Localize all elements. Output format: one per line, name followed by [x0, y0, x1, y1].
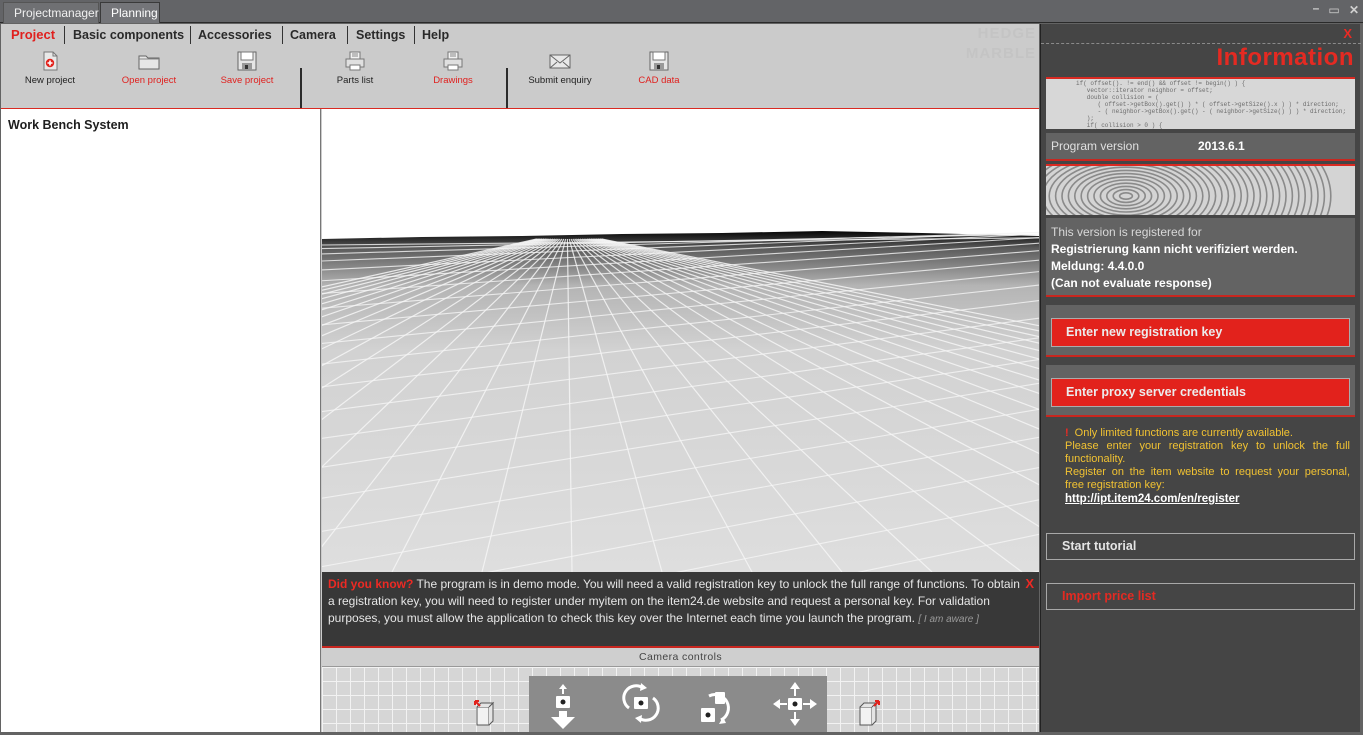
did-you-know-tip: Did you know? The program is in demo mod… [322, 572, 1039, 648]
tip-body: The program is in demo mode. You will ne… [328, 577, 1020, 625]
proxy-section: Enter proxy server credentials [1046, 365, 1355, 417]
registration-code: Meldung: 4.4.0.0 [1051, 259, 1145, 273]
new-project-button[interactable]: New project [21, 50, 79, 86]
camera-orbit-icon [622, 683, 660, 723]
minimize-button[interactable]: – [1309, 1, 1323, 15]
button-label: Save project [220, 75, 274, 86]
info-title: Information [1216, 44, 1354, 71]
camera-pan-icon [773, 682, 817, 726]
registration-status: This version is registered for Registrie… [1046, 218, 1355, 297]
menu-help[interactable]: Help [422, 27, 449, 43]
floor-grid [322, 231, 1039, 572]
tab-projectmanager[interactable]: Projectmanager [3, 2, 99, 23]
camera-tools-group [529, 676, 827, 732]
import-price-list-button[interactable]: Import price list [1046, 583, 1355, 610]
tree-item-work-bench-system[interactable]: Work Bench System [8, 118, 129, 132]
notice-line: Register on the item website to request … [1065, 466, 1350, 491]
program-version-row: Program version 2013.6.1 [1046, 133, 1355, 161]
view-front-left-button[interactable] [467, 691, 497, 729]
tip-heading: Did you know? [328, 577, 414, 591]
camera-controls-title: Camera controls [322, 648, 1039, 667]
envelope-icon [549, 54, 571, 69]
watermark-line: HEDGE [977, 25, 1036, 42]
ribbon-toolbar: New project Open project Save project Pr… [1, 46, 1039, 120]
notice-line: Please enter your registration key to un… [1065, 440, 1350, 465]
menu-project[interactable]: Project [11, 27, 55, 43]
submit-enquiry-button[interactable]: Submit enquiry [525, 50, 595, 86]
floppy-disk-icon [649, 51, 669, 71]
tab-planning[interactable]: Planning [100, 2, 160, 23]
enter-registration-key-button[interactable]: Enter new registration key [1051, 318, 1350, 347]
menu-separator [64, 26, 65, 44]
cube-view-right-icon [859, 700, 880, 726]
camera-dolly-button[interactable] [537, 678, 589, 730]
printer-icon [345, 51, 365, 71]
registration-error: (Can not evaluate response) [1051, 276, 1212, 290]
close-info-button[interactable]: X [1343, 26, 1352, 41]
close-window-button[interactable]: ✕ [1347, 3, 1361, 17]
button-label: CAD data [638, 75, 680, 86]
notice-line: Only limited functions are currently ava… [1074, 427, 1293, 439]
camera-controls-bar [322, 667, 1039, 732]
camera-rotate-button[interactable] [691, 678, 743, 730]
button-label: Drawings [433, 75, 473, 86]
parts-list-button[interactable]: Parts list [331, 50, 379, 86]
menu-separator [282, 26, 283, 44]
button-label: New project [24, 75, 76, 86]
button-label: Submit enquiry [528, 75, 592, 86]
button-label: Parts list [336, 75, 374, 86]
button-label: Open project [121, 75, 177, 86]
open-project-button[interactable]: Open project [117, 50, 181, 86]
floppy-disk-icon [237, 51, 257, 71]
menu-separator [190, 26, 191, 44]
menu-bar: Project Basic components Accessories Cam… [1, 24, 1039, 46]
register-link[interactable]: http://ipt.item24.com/en/register [1065, 493, 1239, 506]
registration-notice: ! Only limited functions are currently av… [1065, 427, 1350, 506]
menu-separator [414, 26, 415, 44]
menu-settings[interactable]: Settings [356, 27, 405, 43]
registered-for-label: This version is registered for [1051, 225, 1202, 239]
menu-camera[interactable]: Camera [290, 27, 336, 43]
camera-rotate-icon [701, 692, 730, 724]
camera-dolly-icon [551, 684, 575, 729]
maximize-button[interactable]: ▭ [1327, 3, 1341, 17]
registration-message: Registrierung kann nicht verifiziert wer… [1051, 242, 1298, 256]
information-panel: X Information if( offset(). != end() && … [1040, 24, 1361, 732]
registration-key-section: Enter new registration key [1046, 305, 1355, 357]
menu-accessories[interactable]: Accessories [198, 27, 272, 43]
program-version-value: 2013.6.1 [1198, 139, 1245, 153]
printer-icon [443, 51, 463, 71]
code-banner-image: if( offset(). != end() && offset != begi… [1046, 77, 1355, 129]
folder-icon [138, 55, 160, 70]
project-tree[interactable]: Work Bench System [1, 109, 321, 732]
view-front-right-button[interactable] [852, 691, 882, 729]
i-am-aware-link[interactable]: [ I am aware ] [918, 614, 979, 625]
menu-basic-components[interactable]: Basic components [73, 27, 184, 43]
title-bar: Projectmanager Planning – ▭ ✕ [0, 0, 1363, 23]
fingerprint-banner-image [1046, 164, 1355, 215]
camera-pan-button[interactable] [769, 678, 821, 730]
program-version-label: Program version [1051, 139, 1140, 153]
cube-view-left-icon [474, 700, 495, 726]
camera-orbit-button[interactable] [615, 678, 667, 730]
warning-icon: ! [1065, 427, 1069, 439]
new-file-icon [43, 51, 58, 71]
drawings-button[interactable]: Drawings [429, 50, 477, 86]
menu-separator [347, 26, 348, 44]
start-tutorial-button[interactable]: Start tutorial [1046, 533, 1355, 560]
close-tip-button[interactable]: X [1025, 575, 1034, 592]
app-window: Projectmanager Planning – ▭ ✕ Project Ba… [0, 0, 1363, 735]
cad-data-button[interactable]: CAD data [633, 50, 685, 86]
enter-proxy-credentials-button[interactable]: Enter proxy server credentials [1051, 378, 1350, 407]
3d-viewport[interactable] [322, 109, 1039, 572]
workspace: Project Basic components Accessories Cam… [1, 24, 1039, 732]
save-project-button[interactable]: Save project [215, 50, 279, 86]
